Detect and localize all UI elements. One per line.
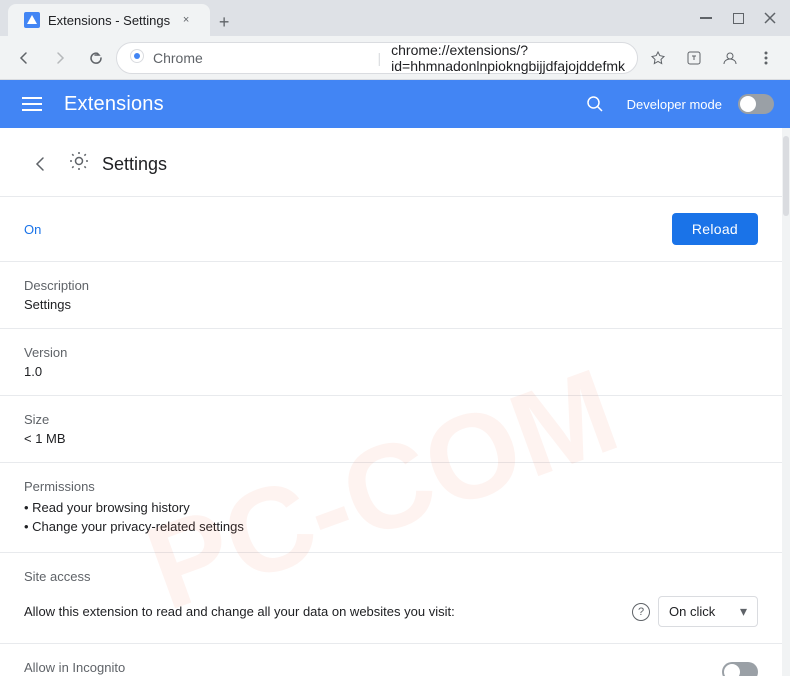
version-label: Version: [24, 345, 758, 360]
site-access-dropdown[interactable]: On click ▾: [658, 596, 758, 627]
incognito-toggle-thumb: [724, 664, 740, 676]
version-value: 1.0: [24, 364, 758, 379]
incognito-toggle[interactable]: [722, 662, 758, 676]
permission-item-2: Change your privacy-related settings: [24, 517, 758, 536]
settings-gear-icon: [68, 150, 90, 178]
restore-button[interactable]: [726, 6, 750, 30]
tab-title: Extensions - Settings: [48, 13, 170, 28]
reload-button[interactable]: Reload: [672, 213, 758, 245]
more-options-button[interactable]: [750, 42, 782, 74]
description-left: Description Settings: [24, 278, 758, 312]
close-button[interactable]: [758, 6, 782, 30]
active-tab[interactable]: Extensions - Settings ×: [8, 4, 210, 36]
site-access-label: Site access: [24, 569, 758, 584]
extension-puzzle-button[interactable]: [678, 42, 710, 74]
help-icon[interactable]: ?: [632, 603, 650, 621]
forward-nav-button[interactable]: [44, 42, 76, 74]
profile-button[interactable]: [714, 42, 746, 74]
permissions-left: Permissions Read your browsing history C…: [24, 479, 758, 536]
search-button[interactable]: [579, 88, 611, 120]
toggle-thumb: [740, 96, 756, 112]
reload-nav-button[interactable]: [80, 42, 112, 74]
address-separator: |: [377, 50, 381, 66]
nav-bar: Chrome | chrome://extensions/?id=hhmnado…: [0, 36, 790, 80]
settings-header: Settings: [0, 128, 782, 197]
dropdown-value: On click: [669, 604, 715, 619]
back-nav-button[interactable]: [8, 42, 40, 74]
version-left: Version 1.0: [24, 345, 758, 379]
permissions-label: Permissions: [24, 479, 758, 494]
bookmark-star-button[interactable]: [642, 42, 674, 74]
status-on-label: On: [24, 222, 41, 237]
description-row: Description Settings: [0, 262, 782, 329]
window-controls: [694, 6, 782, 30]
address-chrome-label: Chrome: [153, 50, 367, 66]
incognito-top: Allow in Incognito Warning: Google Chrom…: [24, 660, 758, 676]
browser-frame: Extensions - Settings × +: [0, 0, 790, 676]
tab-favicon: [24, 12, 40, 28]
settings-title: Settings: [102, 154, 167, 175]
main-panel: PC-COM Settings On Reload: [0, 128, 782, 676]
permission-item-1: Read your browsing history: [24, 498, 758, 517]
size-left: Size < 1 MB: [24, 412, 758, 446]
description-label: Description: [24, 278, 758, 293]
permissions-list: Read your browsing history Change your p…: [24, 498, 758, 536]
tab-close-btn[interactable]: ×: [178, 12, 194, 28]
status-row: On Reload: [0, 197, 782, 262]
version-row: Version 1.0: [0, 329, 782, 396]
developer-mode-label: Developer mode: [627, 97, 722, 112]
new-tab-button[interactable]: +: [210, 8, 238, 36]
minimize-button[interactable]: [694, 6, 718, 30]
site-access-text: Allow this extension to read and change …: [24, 604, 624, 619]
content-area: PC-COM Settings On Reload: [0, 128, 790, 676]
developer-mode-toggle[interactable]: [738, 94, 774, 114]
app-bar: Extensions Developer mode: [0, 80, 790, 128]
incognito-label: Allow in Incognito: [24, 660, 504, 675]
size-label: Size: [24, 412, 758, 427]
scrollbar-thumb[interactable]: [783, 136, 789, 216]
title-bar: Extensions - Settings × +: [0, 0, 790, 36]
permissions-row: Permissions Read your browsing history C…: [0, 463, 782, 553]
size-row: Size < 1 MB: [0, 396, 782, 463]
address-url: chrome://extensions/?id=hhmnadonlnpiokng…: [391, 42, 625, 74]
incognito-section: Allow in Incognito Warning: Google Chrom…: [0, 644, 782, 676]
dropdown-arrow-icon: ▾: [740, 603, 747, 620]
site-access-section: Site access Allow this extension to read…: [0, 553, 782, 644]
size-value: < 1 MB: [24, 431, 758, 446]
site-access-row: Allow this extension to read and change …: [24, 596, 758, 627]
description-value: Settings: [24, 297, 758, 312]
nav-actions: [642, 42, 782, 74]
address-bar[interactable]: Chrome | chrome://extensions/?id=hhmnado…: [116, 42, 638, 74]
app-title: Extensions: [64, 93, 563, 116]
settings-back-button[interactable]: [24, 148, 56, 180]
hamburger-menu-button[interactable]: [16, 88, 48, 120]
settings-body: On Reload Description Settings Version 1…: [0, 197, 782, 676]
tab-bar: Extensions - Settings × +: [8, 0, 238, 36]
address-chrome-icon: [129, 48, 145, 67]
scrollbar-track[interactable]: [782, 128, 790, 676]
incognito-left: Allow in Incognito Warning: Google Chrom…: [24, 660, 504, 676]
